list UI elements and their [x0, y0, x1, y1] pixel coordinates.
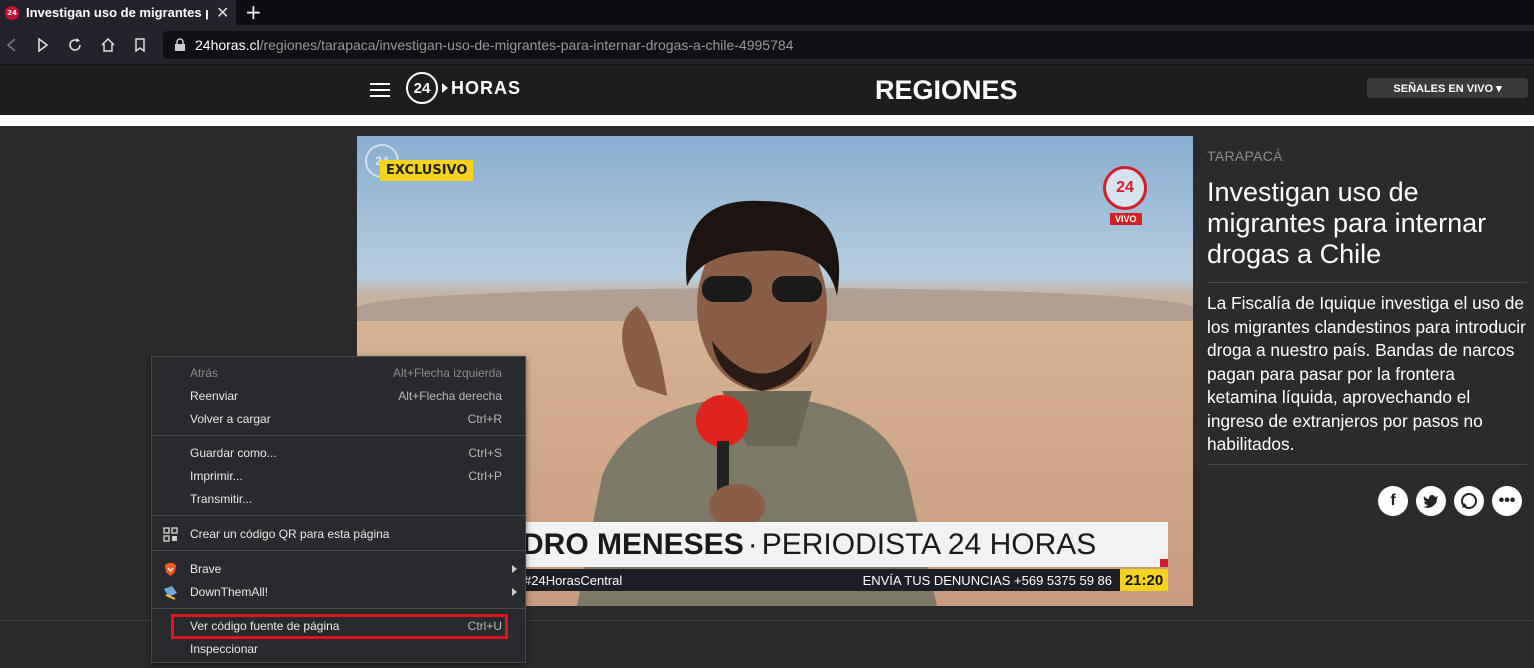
menu-item-qr-code[interactable]: Crear un código QR para esta página [152, 523, 525, 545]
qr-code-icon [163, 526, 178, 542]
exclusive-badge: EXCLUSIVO [380, 160, 474, 181]
browser-toolbar: 24horas.cl/regiones/tarapaca/investigan-… [0, 25, 1534, 65]
bookmark-icon[interactable] [130, 35, 150, 55]
divider [1207, 464, 1527, 465]
context-menu: Atrás Alt+Flecha izquierda Reenviar Alt+… [151, 356, 526, 663]
live-badge: VIVO [1110, 213, 1142, 225]
header-divider [0, 115, 1534, 126]
live-channel-logo: 24 [1103, 166, 1147, 210]
browser-tab[interactable]: 24 Investigan uso de migrantes para inte… [0, 0, 236, 25]
home-icon[interactable] [98, 35, 118, 55]
lock-icon [175, 38, 185, 51]
submenu-arrow-icon [512, 588, 517, 596]
address-bar[interactable]: 24horas.cl/regiones/tarapaca/investigan-… [163, 31, 1534, 59]
submenu-arrow-icon [512, 565, 517, 573]
url-host: 24horas.cl [195, 37, 260, 53]
menu-item-cast[interactable]: Transmitir... [152, 488, 525, 510]
menu-item-forward[interactable]: Reenviar Alt+Flecha derecha [152, 385, 525, 407]
lower-third: DRO MENESES · PERIODISTA 24 HORAS [522, 522, 1168, 567]
new-tab-icon[interactable]: + [245, 2, 262, 22]
whatsapp-icon[interactable] [1454, 486, 1484, 516]
menu-separator [152, 435, 525, 436]
article-headline: Investigan uso de migrantes para interna… [1207, 177, 1487, 269]
menu-icon[interactable] [370, 83, 390, 97]
back-icon[interactable] [2, 35, 22, 55]
menu-separator [152, 608, 525, 609]
twitter-icon[interactable] [1416, 486, 1446, 516]
play-arrow-icon [442, 83, 448, 93]
menu-separator [152, 515, 525, 516]
tab-title: Investigan uso de migrantes para interna… [26, 5, 208, 20]
menu-item-reload[interactable]: Volver a cargar Ctrl+R [152, 408, 525, 430]
close-tab-icon[interactable]: ✕ [216, 4, 229, 21]
reporter-name: DRO MENESES [522, 527, 744, 561]
site-header: 24 HORAS REGIONES SEÑALES EN VIVO ▾ [0, 65, 1534, 115]
article-summary: La Fiscalía de Iquique investiga el uso … [1207, 293, 1526, 454]
menu-item-brave[interactable]: Brave [152, 558, 525, 580]
reload-icon[interactable] [65, 35, 85, 55]
news-ticker: #24HorasCentral ENVÍA TUS DENUNCIAS +569… [522, 569, 1168, 591]
forward-icon[interactable] [33, 35, 53, 55]
downthemall-icon [164, 585, 177, 600]
live-signals-button[interactable]: SEÑALES EN VIVO ▾ [1367, 78, 1528, 98]
article-kicker[interactable]: TARAPACÁ [1207, 148, 1283, 164]
menu-item-downthemall[interactable]: DownThemAll! [152, 581, 525, 603]
menu-item-save-as[interactable]: Guardar como... Ctrl+S [152, 442, 525, 464]
reporter-role: PERIODISTA 24 HORAS [761, 527, 1097, 561]
tab-strip: 24 Investigan uso de migrantes para inte… [0, 0, 1534, 25]
site-logo[interactable]: 24 HORAS [406, 72, 521, 104]
menu-item-print[interactable]: Imprimir... Ctrl+P [152, 465, 525, 487]
section-title: REGIONES [875, 75, 1018, 105]
url-path: /regiones/tarapaca/investigan-uso-de-mig… [259, 37, 794, 53]
menu-item-back[interactable]: Atrás Alt+Flecha izquierda [152, 362, 525, 384]
favicon-icon: 24 [5, 5, 19, 20]
clock: 21:20 [1120, 569, 1168, 591]
menu-separator [152, 550, 525, 551]
divider [1207, 282, 1527, 283]
more-icon[interactable]: ••• [1492, 486, 1522, 516]
highlight-annotation [171, 614, 508, 639]
menu-item-inspect[interactable]: Inspeccionar [152, 638, 525, 660]
brave-icon [165, 562, 176, 576]
facebook-icon[interactable]: f [1378, 486, 1408, 516]
